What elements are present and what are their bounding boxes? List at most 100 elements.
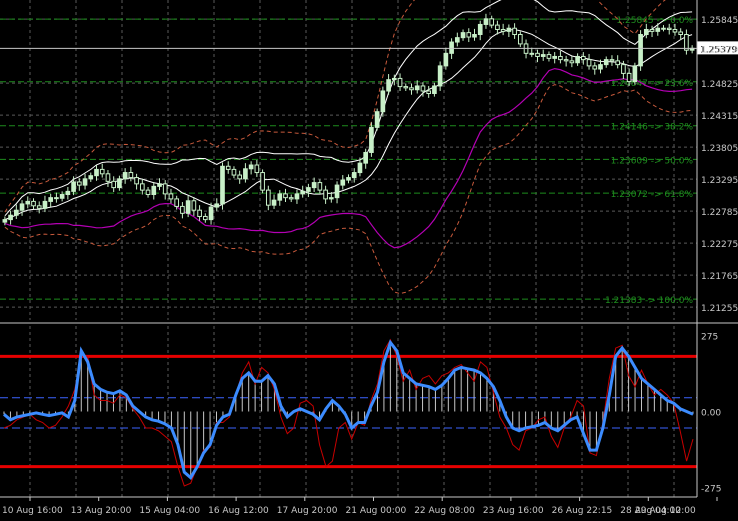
candle-body (569, 60, 575, 64)
candle-body (666, 27, 672, 30)
candle-body (151, 185, 157, 196)
time-axis-label: 29 Aug 12:00 (635, 506, 696, 516)
candle-body (638, 34, 643, 67)
candle-body (19, 203, 25, 211)
candle-body (48, 197, 54, 202)
candle-body (82, 178, 88, 186)
candle-body (495, 24, 500, 30)
candle-body (8, 214, 13, 221)
price-axis-label: 1.25845 (701, 16, 738, 26)
candle-body (185, 200, 191, 214)
candle-body (609, 59, 615, 62)
candle-body (615, 60, 621, 66)
candle-body (592, 65, 598, 70)
candle-body (237, 174, 243, 180)
chart-canvas[interactable]: 1.25845 -> 0.0%1.24847 -> 23.6%1.24146 -… (0, 0, 738, 517)
price-axis-label: 1.24825 (701, 80, 738, 90)
candle-body (346, 177, 351, 181)
candle-body (558, 55, 563, 61)
candle-body (134, 177, 139, 185)
candle-body (248, 164, 254, 170)
candle-body (414, 85, 420, 91)
candle-body (105, 173, 111, 182)
candle-body (472, 34, 477, 38)
candle-body (672, 28, 678, 33)
candle-body (25, 200, 31, 205)
time-axis-label: 13 Aug 20:00 (71, 506, 132, 516)
candle-body (162, 183, 168, 195)
candle-body (311, 182, 317, 189)
candle-body (540, 54, 546, 57)
candle-body (294, 193, 300, 200)
candle-body (2, 219, 8, 223)
candle-body (111, 180, 117, 189)
price-axis-label: 1.24315 (701, 112, 738, 122)
candle-body (271, 199, 277, 206)
price-axis-label: 1.22785 (701, 208, 738, 218)
candle-body (409, 87, 414, 91)
indicator-axis-label: 275 (701, 333, 718, 343)
candle-body (36, 205, 42, 209)
candle-body (340, 179, 346, 186)
indicator-axis-label: -275 (701, 484, 721, 494)
candle-body (317, 182, 323, 191)
candle-body (260, 172, 265, 191)
candle-body (117, 178, 122, 189)
candle-body (460, 32, 466, 39)
fib-label: 1.23609 -> 50.0% (611, 156, 694, 166)
candle-body (420, 85, 426, 92)
candle-body (300, 190, 306, 195)
time-axis-label: 10 Aug 16:00 (2, 506, 63, 516)
candle-body (351, 172, 357, 179)
fib-label: 1.23072 -> 61.8% (611, 190, 694, 200)
candle-body (655, 27, 661, 32)
candle-body (512, 27, 517, 36)
candle-body (128, 172, 134, 179)
time-axis-label: 16 Aug 12:00 (208, 506, 269, 516)
time-axis-label: 15 Aug 04:00 (139, 506, 200, 516)
candle-body (180, 205, 185, 214)
candle-body (443, 52, 449, 67)
candle-body (626, 72, 632, 83)
price-axis-label: 1.25379 (701, 45, 738, 55)
candle-body (220, 165, 225, 205)
time-axis-label: 17 Aug 20:00 (277, 506, 338, 516)
candle-body (517, 34, 523, 45)
candle-body (225, 165, 231, 170)
candle-body (243, 168, 248, 180)
candle-body (265, 189, 271, 206)
candle-body (397, 77, 403, 88)
candle-body (277, 193, 283, 201)
candle-body (500, 28, 506, 32)
candle-body (546, 54, 552, 59)
candle-body (391, 77, 397, 81)
candle-body (145, 189, 151, 196)
candle-body (122, 172, 128, 180)
candle-body (603, 59, 609, 66)
candle-body (466, 32, 472, 38)
candle-body (454, 37, 460, 43)
candle-body (191, 200, 197, 211)
price-axis-label: 1.21255 (701, 304, 738, 314)
candle-body (598, 64, 603, 70)
candle-body (157, 183, 162, 187)
candle-body (643, 28, 649, 36)
candle-body (334, 184, 340, 199)
candle-body (328, 197, 334, 200)
candle-body (76, 181, 82, 186)
candle-body (363, 151, 369, 164)
candle-body (99, 168, 105, 175)
candle-body (254, 164, 260, 174)
candle-body (678, 31, 684, 36)
candle-body (59, 194, 65, 199)
indicator-axis-label: 0.00 (701, 409, 721, 419)
candle-body (437, 65, 443, 87)
candle-body (231, 168, 237, 176)
candle-body (88, 175, 94, 180)
candle-body (426, 90, 432, 94)
candle-body (202, 215, 208, 221)
trading-chart[interactable]: 1.25845 -> 0.0% 1.24847 -> 23.6% 1.24146 -… (0, 0, 738, 517)
candle-body (489, 18, 495, 26)
candle-body (580, 55, 586, 61)
candle-body (94, 168, 99, 177)
